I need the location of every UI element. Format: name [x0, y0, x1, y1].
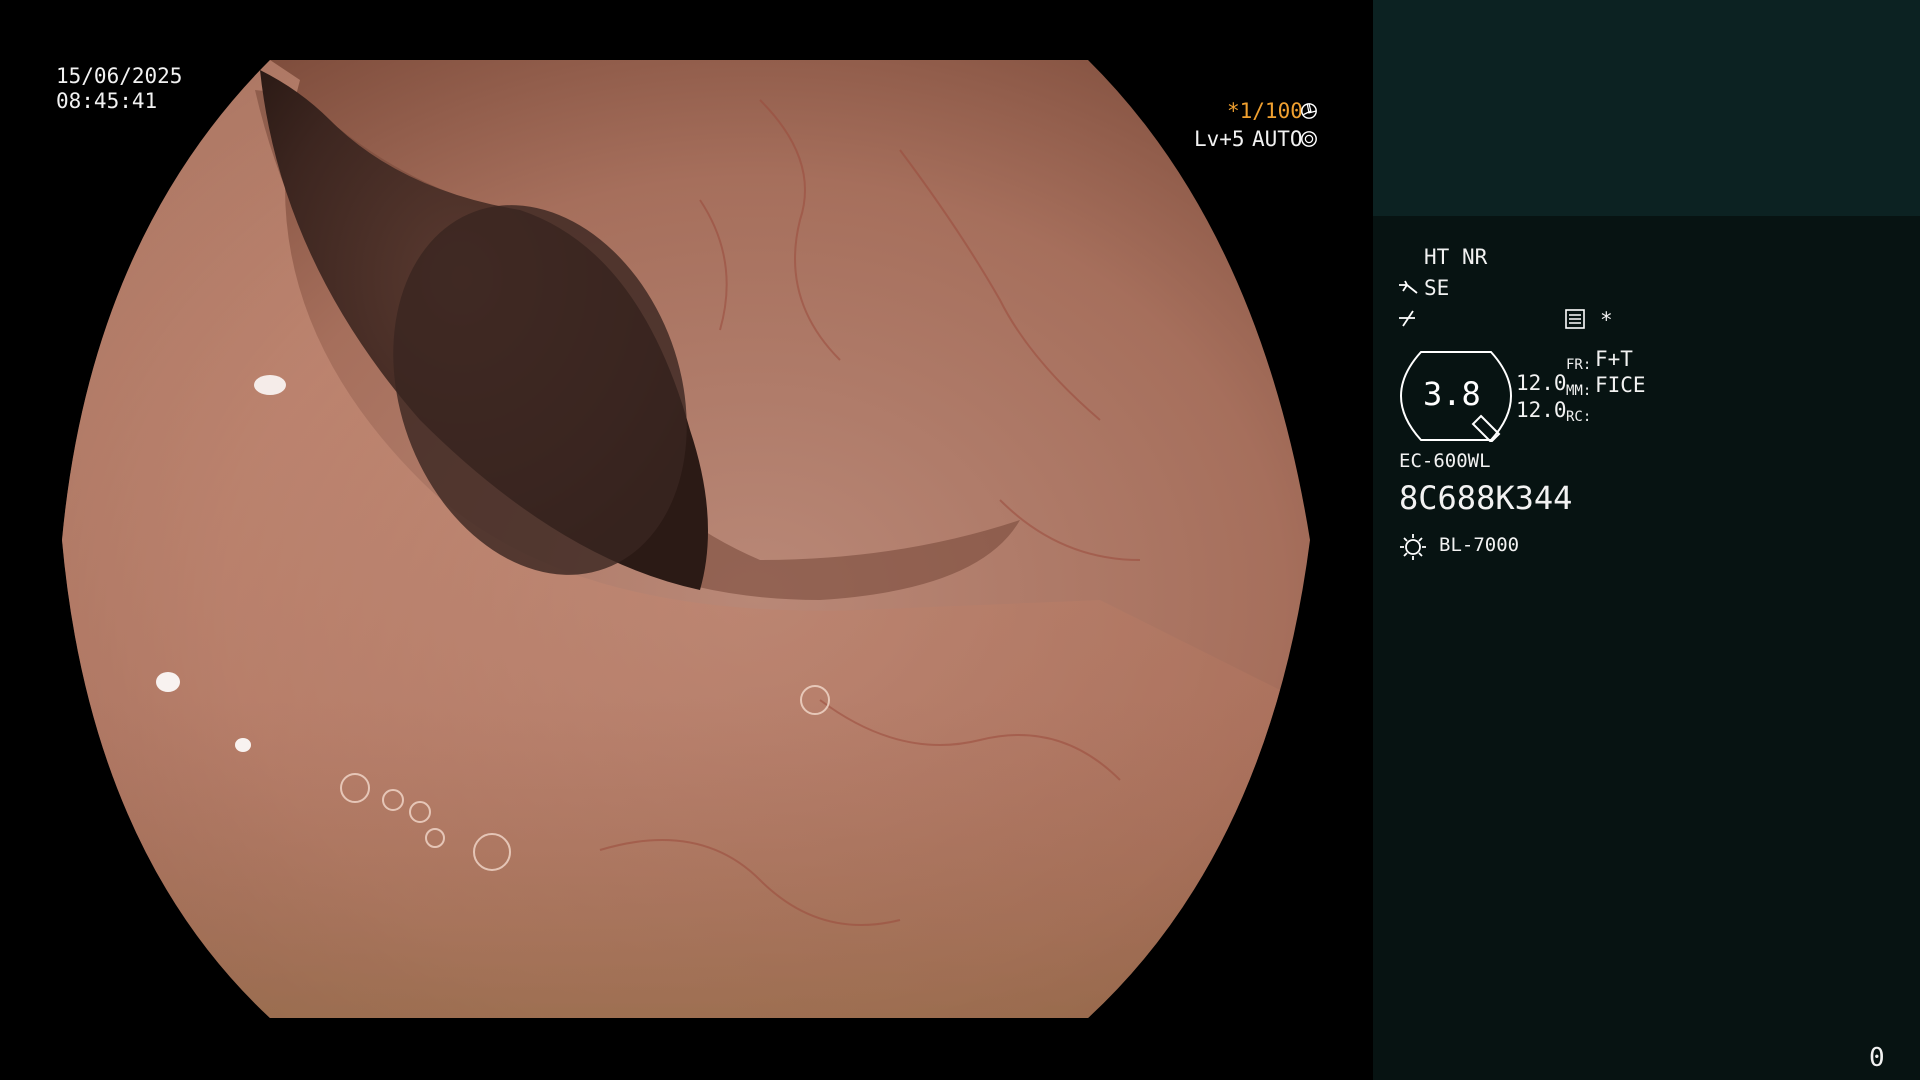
time-text: 08:45:41: [56, 89, 158, 113]
endoscope-view: 15/06/2025 08:45:41 *1/100 Lv+5 AUTO: [0, 0, 1373, 1080]
value-1: 12.0: [1516, 371, 1567, 395]
frame-counter: 0: [1869, 1043, 1885, 1073]
scope-serial: 8C688K344: [1399, 479, 1573, 517]
memo-icon: [1564, 308, 1586, 330]
fr-label: FR:: [1566, 357, 1592, 373]
rc-label: RC:: [1566, 409, 1592, 425]
mm-value: FICE: [1595, 373, 1646, 397]
zoom-indicator: 3.8: [1399, 350, 1513, 442]
iris-mode-text: AUTO: [1252, 127, 1303, 151]
level-text: Lv+5: [1194, 127, 1245, 151]
light-source-icon: [1399, 533, 1427, 561]
value-2: 12.0: [1516, 398, 1567, 422]
fr-value: F+T: [1595, 347, 1633, 371]
zoom-value: 3.8: [1423, 375, 1481, 413]
curve-icon: [1397, 308, 1419, 328]
endoscopic-image: [62, 60, 1310, 1018]
zoom-lever-icon: [1471, 414, 1501, 442]
se-mode-icon: [1397, 279, 1421, 299]
asterisk-indicator: *: [1600, 308, 1613, 332]
ht-indicator: HT: [1424, 245, 1450, 269]
se-indicator: SE: [1424, 276, 1450, 300]
iris-icon: [1300, 130, 1318, 148]
nr-indicator: NR: [1462, 245, 1488, 269]
shutter-speed-text: *1/100: [1227, 99, 1303, 123]
info-panel: HT NR SE * 3.8 12.0 12.0 FR: F+T MM: FIC…: [1373, 0, 1920, 1080]
date-text: 15/06/2025: [56, 64, 183, 88]
mm-label: MM:: [1566, 383, 1592, 399]
light-source-model: BL-7000: [1439, 534, 1520, 556]
shutter-icon: [1300, 102, 1318, 120]
panel-header-area: [1373, 0, 1920, 216]
scope-model: EC-600WL: [1399, 450, 1491, 472]
